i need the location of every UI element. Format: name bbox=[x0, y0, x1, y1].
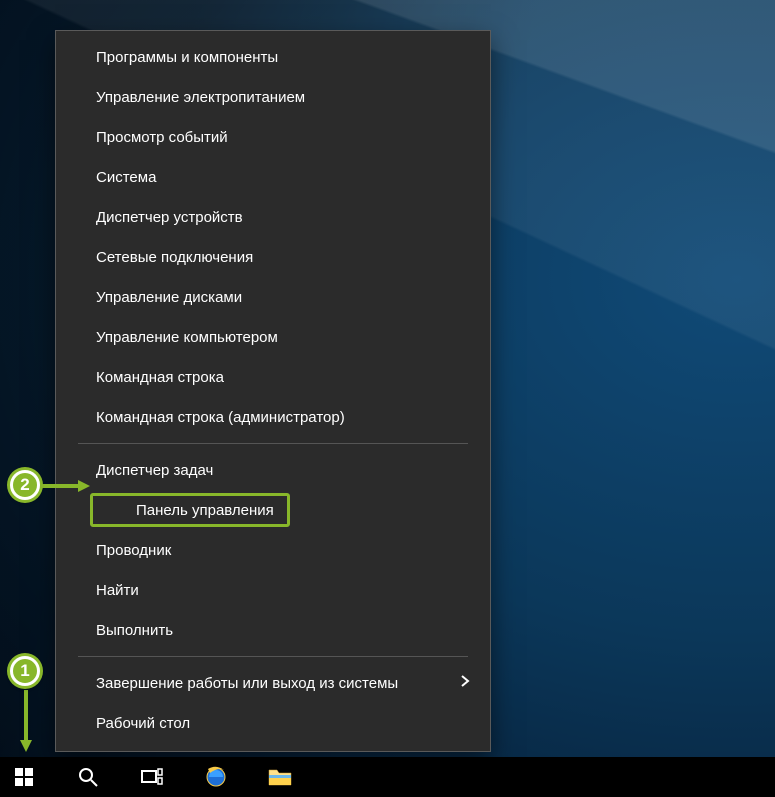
menu-item-label: Диспетчер задач bbox=[96, 462, 213, 479]
menu-item-label: Проводник bbox=[96, 542, 171, 559]
start-button[interactable] bbox=[4, 757, 44, 797]
menu-item-network-connections[interactable]: Сетевые подключения bbox=[56, 237, 490, 277]
folder-icon bbox=[268, 767, 292, 787]
menu-item-shutdown-signout[interactable]: Завершение работы или выход из системы bbox=[56, 663, 490, 703]
annotation-callout-1: 1 bbox=[10, 656, 40, 686]
menu-item-label: Рабочий стол bbox=[96, 715, 190, 732]
annotation-callout-label: 1 bbox=[20, 661, 29, 681]
menu-item-disk-management[interactable]: Управление дисками bbox=[56, 277, 490, 317]
taskbar-search-button[interactable] bbox=[68, 757, 108, 797]
annotation-arrow-2 bbox=[40, 478, 90, 499]
menu-item-event-viewer[interactable]: Просмотр событий bbox=[56, 117, 490, 157]
annotation-arrow-1 bbox=[18, 690, 34, 757]
menu-item-computer-management[interactable]: Управление компьютером bbox=[56, 317, 490, 357]
menu-item-desktop[interactable]: Рабочий стол bbox=[56, 703, 490, 743]
menu-item-run[interactable]: Выполнить bbox=[56, 610, 490, 650]
menu-item-system[interactable]: Система bbox=[56, 157, 490, 197]
menu-item-label: Управление электропитанием bbox=[96, 89, 305, 106]
menu-item-file-explorer[interactable]: Проводник bbox=[56, 530, 490, 570]
menu-separator bbox=[78, 443, 468, 444]
search-icon bbox=[78, 767, 98, 787]
menu-item-search[interactable]: Найти bbox=[56, 570, 490, 610]
menu-item-command-prompt[interactable]: Командная строка bbox=[56, 357, 490, 397]
menu-item-power-options[interactable]: Управление электропитанием bbox=[56, 77, 490, 117]
menu-item-label: Просмотр событий bbox=[96, 129, 228, 146]
winx-context-menu: Программы и компоненты Управление электр… bbox=[55, 30, 491, 752]
menu-item-task-manager[interactable]: Диспетчер задач bbox=[56, 450, 490, 490]
menu-item-label: Управление дисками bbox=[96, 289, 242, 306]
menu-item-programs-and-features[interactable]: Программы и компоненты bbox=[56, 37, 490, 77]
taskbar-taskview-button[interactable] bbox=[132, 757, 172, 797]
menu-item-label: Система bbox=[96, 169, 156, 186]
menu-item-label: Управление компьютером bbox=[96, 329, 278, 346]
taskbar bbox=[0, 757, 775, 797]
taskview-icon bbox=[141, 768, 163, 786]
menu-item-label: Выполнить bbox=[96, 622, 173, 639]
menu-separator bbox=[78, 656, 468, 657]
annotation-callout-label: 2 bbox=[20, 475, 29, 495]
menu-item-label: Панель управления bbox=[133, 502, 274, 519]
taskbar-ie-button[interactable] bbox=[196, 757, 236, 797]
menu-item-label: Сетевые подключения bbox=[96, 249, 253, 266]
chevron-right-icon bbox=[460, 674, 470, 692]
menu-item-label: Командная строка bbox=[96, 369, 224, 386]
annotation-callout-2: 2 bbox=[10, 470, 40, 500]
menu-item-command-prompt-admin[interactable]: Командная строка (администратор) bbox=[56, 397, 490, 437]
menu-item-label: Диспетчер устройств bbox=[96, 209, 243, 226]
menu-item-label: Найти bbox=[96, 582, 139, 599]
menu-item-control-panel[interactable]: Панель управления bbox=[90, 493, 290, 527]
menu-item-label: Завершение работы или выход из системы bbox=[96, 675, 398, 692]
internet-explorer-icon bbox=[204, 765, 228, 789]
windows-logo-icon bbox=[15, 768, 33, 786]
menu-item-device-manager[interactable]: Диспетчер устройств bbox=[56, 197, 490, 237]
menu-item-label: Программы и компоненты bbox=[96, 49, 278, 66]
taskbar-file-explorer-button[interactable] bbox=[260, 757, 300, 797]
menu-item-label: Командная строка (администратор) bbox=[96, 409, 345, 426]
